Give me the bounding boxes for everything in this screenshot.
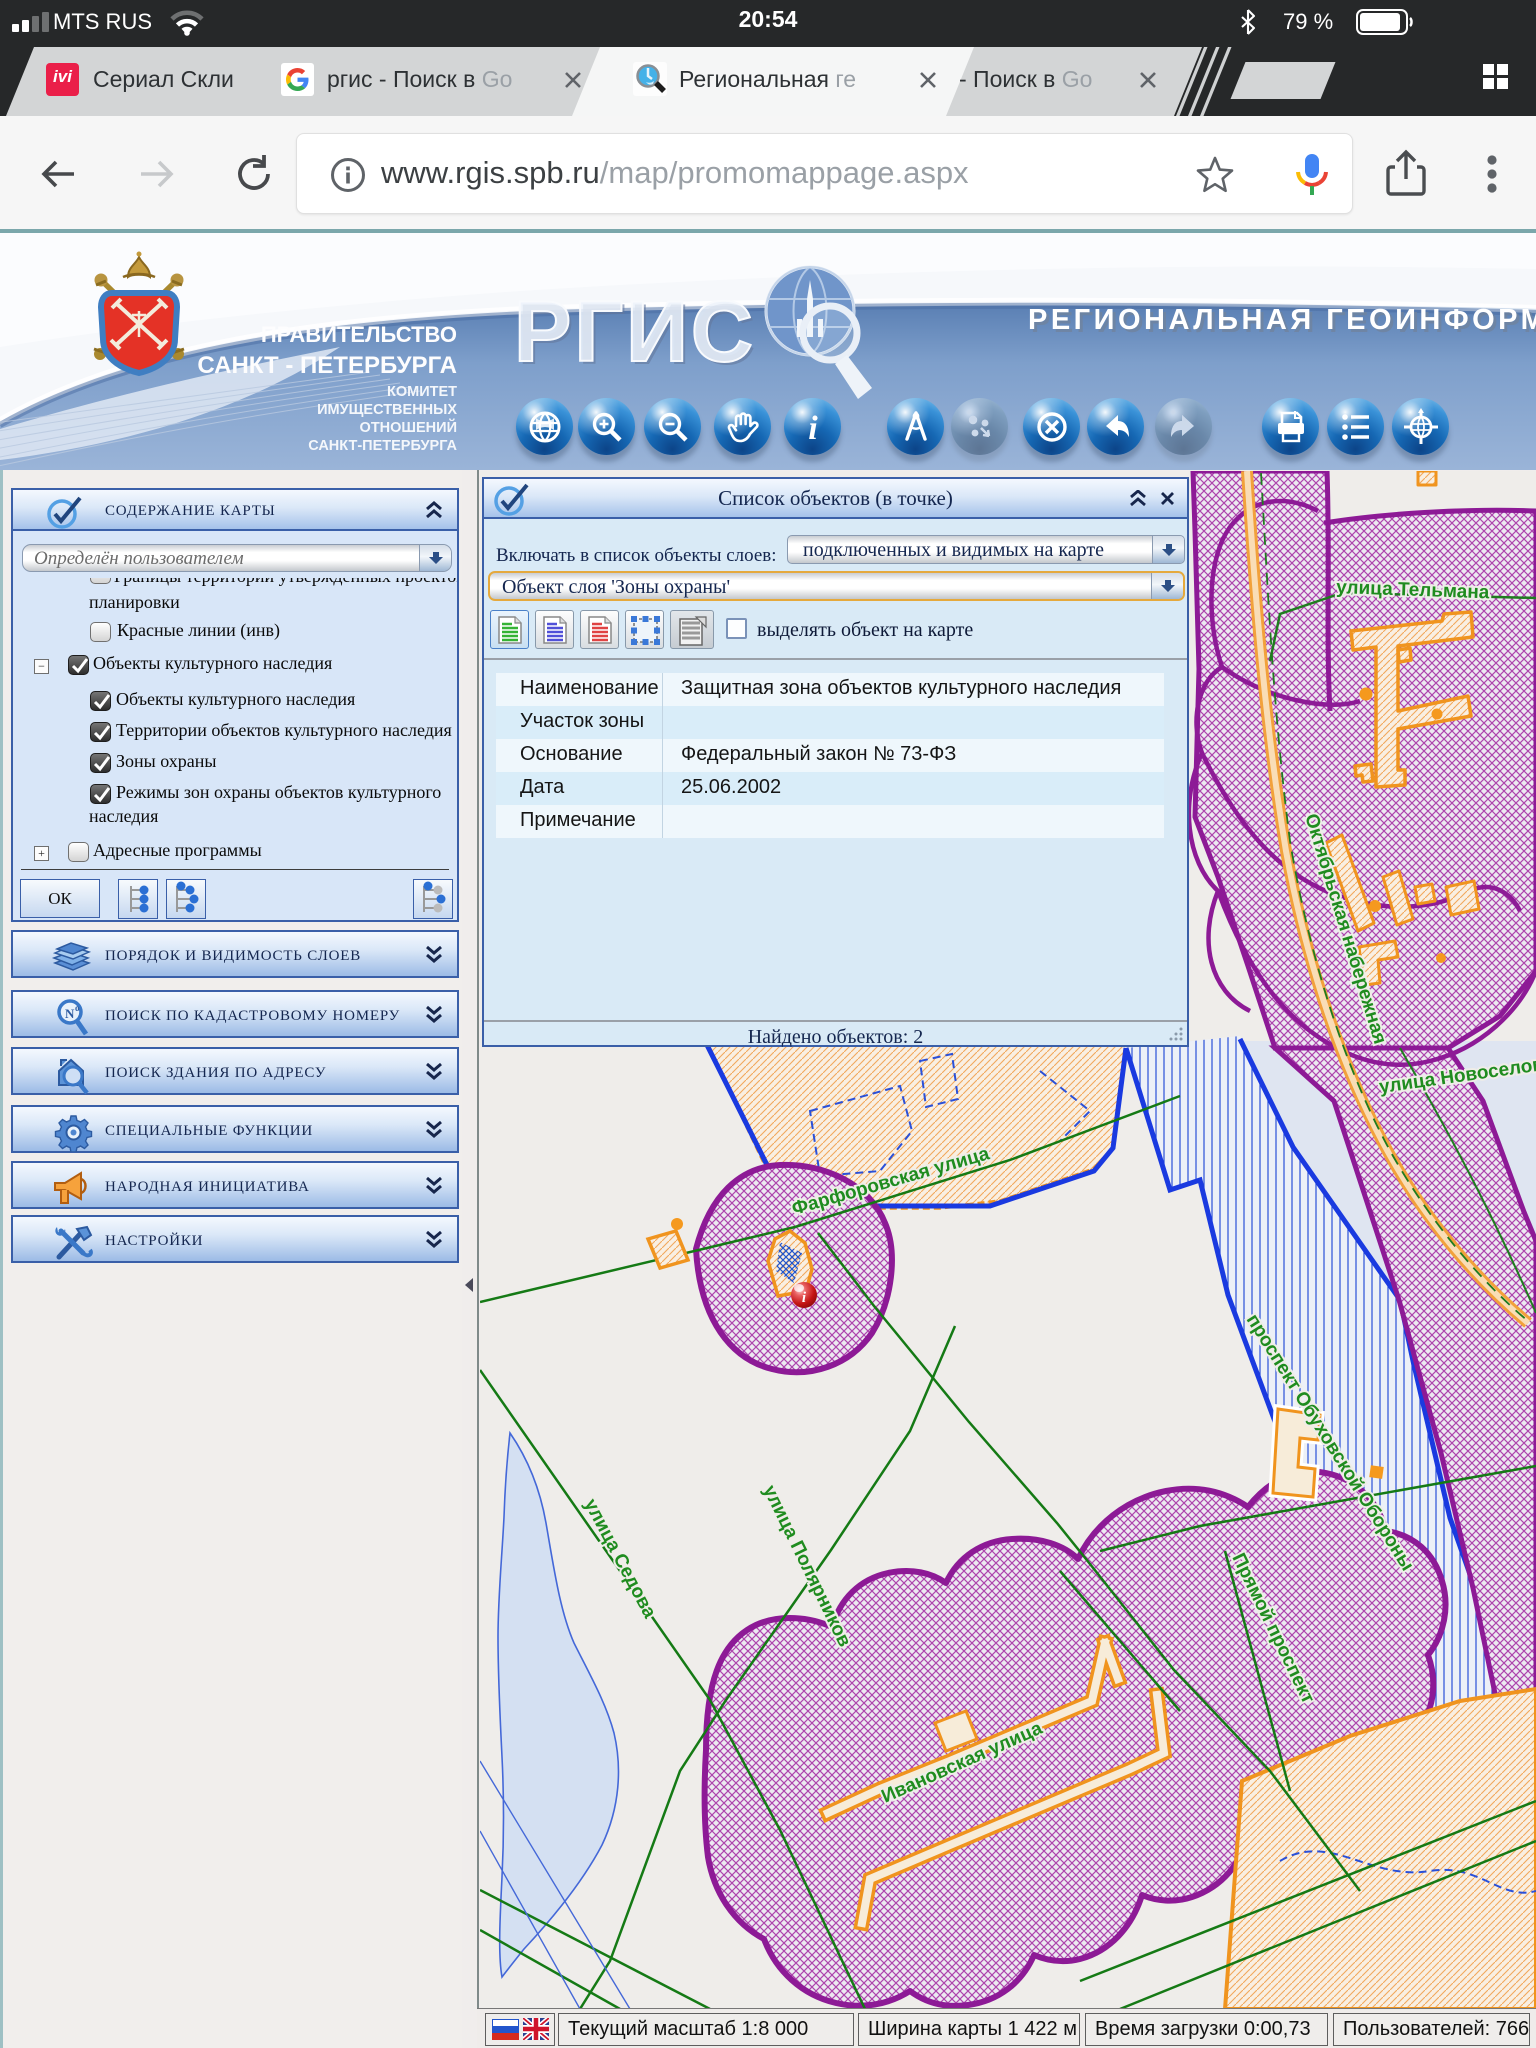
svg-text:РЕГИОНАЛЬНАЯ ГЕОИНФОРМ: РЕГИОНАЛЬНАЯ ГЕОИНФОРМ — [1028, 304, 1536, 336]
svg-text:o: o — [75, 1003, 80, 1013]
svg-text:САНКТ - ПЕТЕРБУРГА: САНКТ - ПЕТЕРБУРГА — [197, 352, 457, 379]
svg-text:N: N — [65, 1006, 75, 1021]
svg-text:РГИС: РГИС — [514, 284, 756, 380]
svg-text:i: i — [808, 410, 818, 445]
svg-text:ПРАВИТЕЛЬСТВО: ПРАВИТЕЛЬСТВО — [261, 322, 457, 347]
